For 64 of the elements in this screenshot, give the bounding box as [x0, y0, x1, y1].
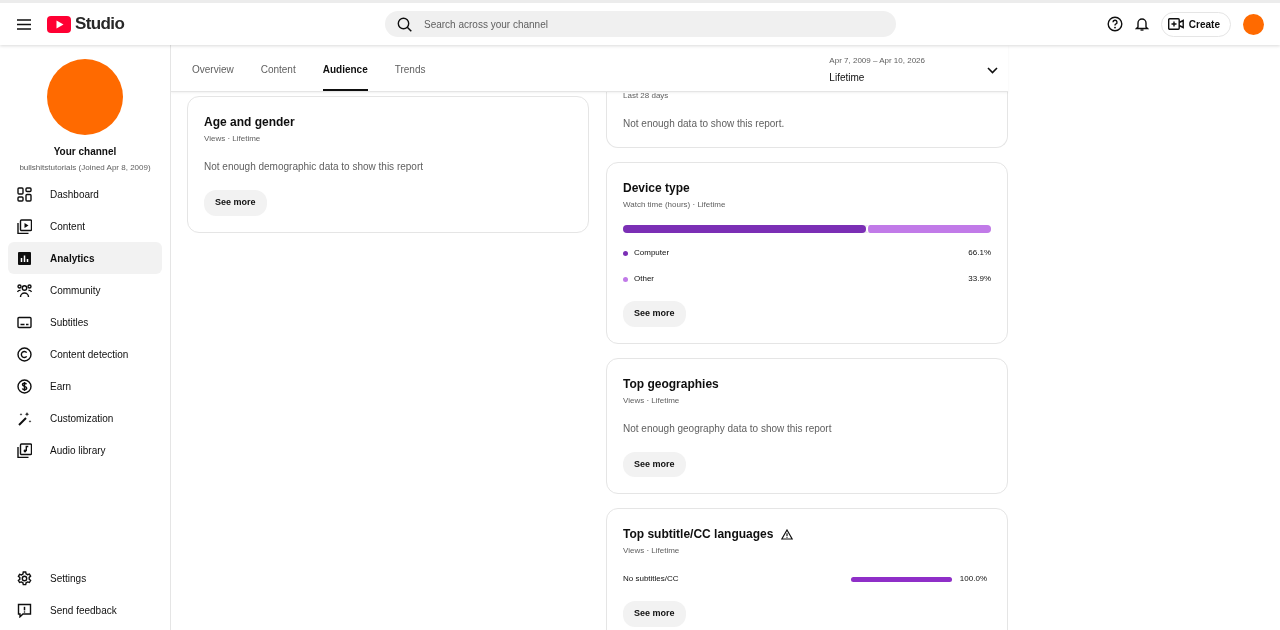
channel-handle: bullshitstutorials (Joined Apr 8, 2009) [19, 162, 151, 174]
sidebar-item[interactable]: Analytics [8, 242, 162, 274]
sidebar-item[interactable]: Subtitles [8, 306, 162, 338]
logo-text: Studio [75, 13, 125, 36]
create-button[interactable]: Create [1160, 11, 1231, 37]
card-title: Device type [623, 180, 690, 197]
card-subtitle: Watch time (hours) · Lifetime [623, 199, 727, 211]
gear-icon [17, 570, 32, 586]
help-icon[interactable] [1106, 16, 1123, 32]
play-logo-icon [47, 15, 71, 33]
empty-message: Not enough geography data to show this report [623, 421, 833, 436]
avatar[interactable] [1243, 13, 1264, 35]
sidebar-item[interactable]: Community [8, 274, 162, 306]
card-subtitle: Last 28 days [623, 90, 670, 102]
card-subtitle: Views · Lifetime [623, 545, 681, 557]
dashboard-icon [17, 186, 32, 202]
tab[interactable]: Overview [192, 62, 234, 91]
dollar-icon [17, 378, 32, 394]
sidebar-item[interactable]: Audio library [8, 434, 162, 466]
sidebar-item[interactable]: Settings [8, 562, 162, 594]
feedback-icon [17, 602, 32, 618]
sidebar-item[interactable]: Earn [8, 370, 162, 402]
bell-icon[interactable] [1134, 16, 1149, 32]
chevron-down-icon [987, 66, 998, 74]
sidebar-item[interactable]: Content [8, 210, 162, 242]
music-library-icon [17, 442, 32, 458]
card-title: Top geographies [623, 375, 719, 393]
legend-value: 66.1% [968, 247, 991, 259]
legend-label: Computer [634, 247, 670, 259]
see-more-button[interactable]: See more [623, 451, 686, 477]
tab[interactable]: Audience [322, 62, 368, 91]
sidebar-item[interactable]: Content detection [8, 338, 162, 370]
tab[interactable]: Content [260, 62, 296, 91]
sidebar-item[interactable]: Dashboard [8, 178, 162, 210]
search-bar[interactable]: Search across your channel [385, 11, 896, 37]
copyright-icon [17, 346, 32, 362]
see-more-button[interactable]: See more [623, 301, 686, 327]
people-icon [17, 282, 32, 298]
bar-chart-icon [17, 250, 32, 266]
menu-icon[interactable] [17, 18, 31, 30]
warning-icon[interactable] [781, 528, 794, 540]
tab[interactable]: Trends [394, 62, 426, 91]
row-value: 100.0% [959, 573, 987, 585]
video-library-icon [17, 218, 32, 234]
card-subtitle: Views · Lifetime [204, 133, 262, 145]
see-more-button[interactable]: See more [204, 190, 267, 216]
date-range-picker[interactable]: Apr 7, 2009 – Apr 10, 2026 Lifetime [823, 54, 1004, 86]
search-icon[interactable] [397, 16, 412, 32]
legend-label: Other [634, 273, 654, 285]
search-field[interactable]: Search across your channel [422, 15, 884, 33]
magic-wand-icon [17, 410, 32, 426]
sidebar-item[interactable]: Send feedback [8, 594, 162, 626]
empty-message: Not enough data to show this report. [623, 117, 786, 131]
row-label: No subtitles/CC [623, 573, 680, 585]
card-subtitle: Views · Lifetime [623, 394, 681, 407]
subtitles-icon [17, 314, 32, 330]
card-title: Top subtitle/CC languages [623, 526, 774, 543]
card-title: Age and gender [204, 114, 295, 131]
sidebar-item[interactable]: Customization [8, 402, 162, 434]
legend-value: 33.9% [968, 273, 991, 285]
camera-plus-icon [1167, 18, 1184, 30]
see-more-button[interactable]: See more [623, 601, 686, 627]
channel-title: Your channel [53, 145, 117, 159]
empty-message: Not enough demographic data to show this report [204, 160, 425, 174]
